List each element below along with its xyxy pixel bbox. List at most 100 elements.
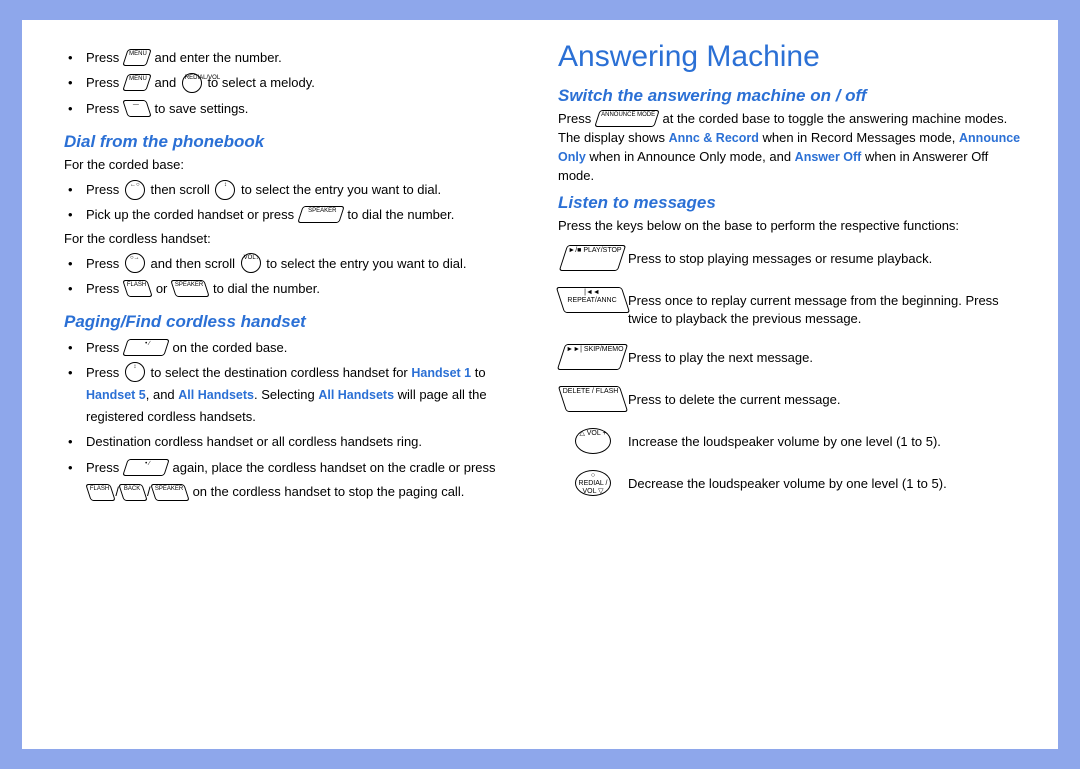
text: to select the entry you want to dial. xyxy=(241,182,441,197)
page-title: Answering Machine xyxy=(558,40,1028,74)
text: Press xyxy=(86,281,119,296)
flash-button-icon: FLASH xyxy=(122,280,153,297)
phonebook-button-icon: ←○ xyxy=(125,180,145,200)
table-row: △ VOL + Increase the loudspeaker volume … xyxy=(558,429,1028,455)
text: to xyxy=(471,365,485,380)
function-table: ►/■ PLAY/STOP Press to stop playing mess… xyxy=(558,246,1028,496)
text: when in Record Messages mode, xyxy=(759,130,959,145)
text: Pick up the corded handset or press xyxy=(86,207,294,222)
page-button-icon: • ∕ xyxy=(122,459,170,476)
text: to save settings. xyxy=(154,101,248,116)
scroll-button-icon: VOL↕ xyxy=(241,253,261,273)
corded-list: Press ←○ then scroll ↕ to select the ent… xyxy=(64,178,522,227)
text: Decrease the loudspeaker volume by one l… xyxy=(628,471,947,493)
save-button-icon: — xyxy=(122,100,152,117)
keyword: Handset 5 xyxy=(86,388,146,402)
text: then scroll xyxy=(150,182,209,197)
text: Press xyxy=(86,365,119,380)
menu-button-icon: MENU xyxy=(122,49,152,66)
text: Press to stop playing messages or resume… xyxy=(628,246,932,268)
text: Press to play the next message. xyxy=(628,345,813,367)
top-bullets: Press MENU and enter the number. Press M… xyxy=(64,46,522,120)
paging-heading: Paging/Find cordless handset xyxy=(64,312,522,332)
listen-intro: Press the keys below on the base to perf… xyxy=(558,217,1028,236)
keyword: Handset 1 xyxy=(411,366,471,380)
manual-page: Press MENU and enter the number. Press M… xyxy=(22,20,1058,749)
dial-heading: Dial from the phonebook xyxy=(64,132,522,152)
keyword: Answer Off xyxy=(795,150,862,164)
corded-intro: For the corded base: xyxy=(64,156,522,175)
text: , and xyxy=(146,387,179,402)
text: to dial the number. xyxy=(213,281,320,296)
list-item: Press • ∕ again, place the cordless hand… xyxy=(64,456,522,505)
text: when in Announce Only mode, and xyxy=(586,149,795,164)
keyword: Annc & Record xyxy=(669,131,759,145)
vol-down-button-icon: ○ REDIAL / VOL ▽ xyxy=(575,470,611,496)
text: Press xyxy=(558,111,591,126)
list-item: Press ↕ to select the destination cordle… xyxy=(64,362,522,429)
text: Press xyxy=(86,460,119,475)
table-row: ►►| SKIP/MEMO Press to play the next mes… xyxy=(558,345,1028,371)
list-item: Press — to save settings. xyxy=(64,97,522,120)
speaker-button-icon: SPEAKER xyxy=(297,206,345,223)
text: to select the destination cordless hands… xyxy=(150,365,411,380)
text: again, place the cordless handset on the… xyxy=(172,460,495,475)
text: Press xyxy=(86,101,119,116)
text: . Selecting xyxy=(254,387,318,402)
keyword: All Handsets xyxy=(318,388,394,402)
flash-button-icon: FLASH xyxy=(85,484,116,501)
switch-heading: Switch the answering machine on / off xyxy=(558,86,1028,106)
list-item: Press • ∕ on the corded base. xyxy=(64,336,522,359)
cordless-list: Press ○→ and then scroll VOL↕ to select … xyxy=(64,252,522,301)
page-button-icon: • ∕ xyxy=(122,339,170,356)
table-row: |◄◄ REPEAT/ANNC Press once to replay cur… xyxy=(558,288,1028,328)
list-item: Destination cordless handset or all cord… xyxy=(64,430,522,453)
text: Press xyxy=(86,256,119,271)
list-item: Press ←○ then scroll ↕ to select the ent… xyxy=(64,178,522,201)
listen-heading: Listen to messages xyxy=(558,193,1028,213)
back-button-icon: BACK xyxy=(118,484,148,501)
text: and then scroll xyxy=(150,256,235,271)
announce-mode-button-icon: ANNOUNCE MODE xyxy=(594,110,660,127)
text: to select a melody. xyxy=(207,75,314,90)
text: Press xyxy=(86,182,119,197)
left-column: Press MENU and enter the number. Press M… xyxy=(64,46,546,729)
list-item: Press MENU and enter the number. xyxy=(64,46,522,69)
play-stop-button-icon: ►/■ PLAY/STOP xyxy=(559,245,627,271)
text: Increase the loudspeaker volume by one l… xyxy=(628,429,941,451)
separator: / xyxy=(147,484,151,499)
scroll-button-icon: ↕ xyxy=(215,180,235,200)
text: on the corded base. xyxy=(172,340,287,355)
paging-list: Press • ∕ on the corded base. Press ↕ to… xyxy=(64,336,522,505)
vol-up-button-icon: △ VOL + xyxy=(575,428,611,454)
keyword: All Handsets xyxy=(178,388,254,402)
redial-button-icon: REDIAL/VOL xyxy=(182,73,202,93)
text: Press xyxy=(86,50,119,65)
table-row: ►/■ PLAY/STOP Press to stop playing mess… xyxy=(558,246,1028,272)
list-item: Press FLASH or SPEAKER to dial the numbe… xyxy=(64,277,522,300)
text: on the cordless handset to stop the pagi… xyxy=(193,484,465,499)
right-column: Answering Machine Switch the answering m… xyxy=(546,46,1028,729)
delete-button-icon: DELETE / FLASH xyxy=(558,386,628,412)
scroll-button-icon: ↕ xyxy=(125,362,145,382)
text: Press xyxy=(86,340,119,355)
speaker-button-icon: SPEAKER xyxy=(150,484,190,501)
text: and enter the number. xyxy=(154,50,281,65)
list-item: Press ○→ and then scroll VOL↕ to select … xyxy=(64,252,522,275)
switch-paragraph: Press ANNOUNCE MODE at the corded base t… xyxy=(558,110,1028,185)
text: Press to delete the current message. xyxy=(628,387,840,409)
table-row: ○ REDIAL / VOL ▽ Decrease the loudspeake… xyxy=(558,471,1028,497)
repeat-button-icon: |◄◄ REPEAT/ANNC xyxy=(556,287,630,313)
text: Press once to replay current message fro… xyxy=(628,288,1028,328)
text: to select the entry you want to dial. xyxy=(266,256,466,271)
cordless-intro: For the cordless handset: xyxy=(64,230,522,249)
menu-button-icon: MENU xyxy=(122,74,152,91)
speaker-button-icon: SPEAKER xyxy=(170,280,210,297)
text: and xyxy=(154,75,176,90)
text: Press xyxy=(86,75,119,90)
text: or xyxy=(156,281,168,296)
phonebook-button-icon: ○→ xyxy=(125,253,145,273)
text: to dial the number. xyxy=(347,207,454,222)
list-item: Press MENU and REDIAL/VOL to select a me… xyxy=(64,71,522,94)
text: Destination cordless handset or all cord… xyxy=(86,434,422,449)
